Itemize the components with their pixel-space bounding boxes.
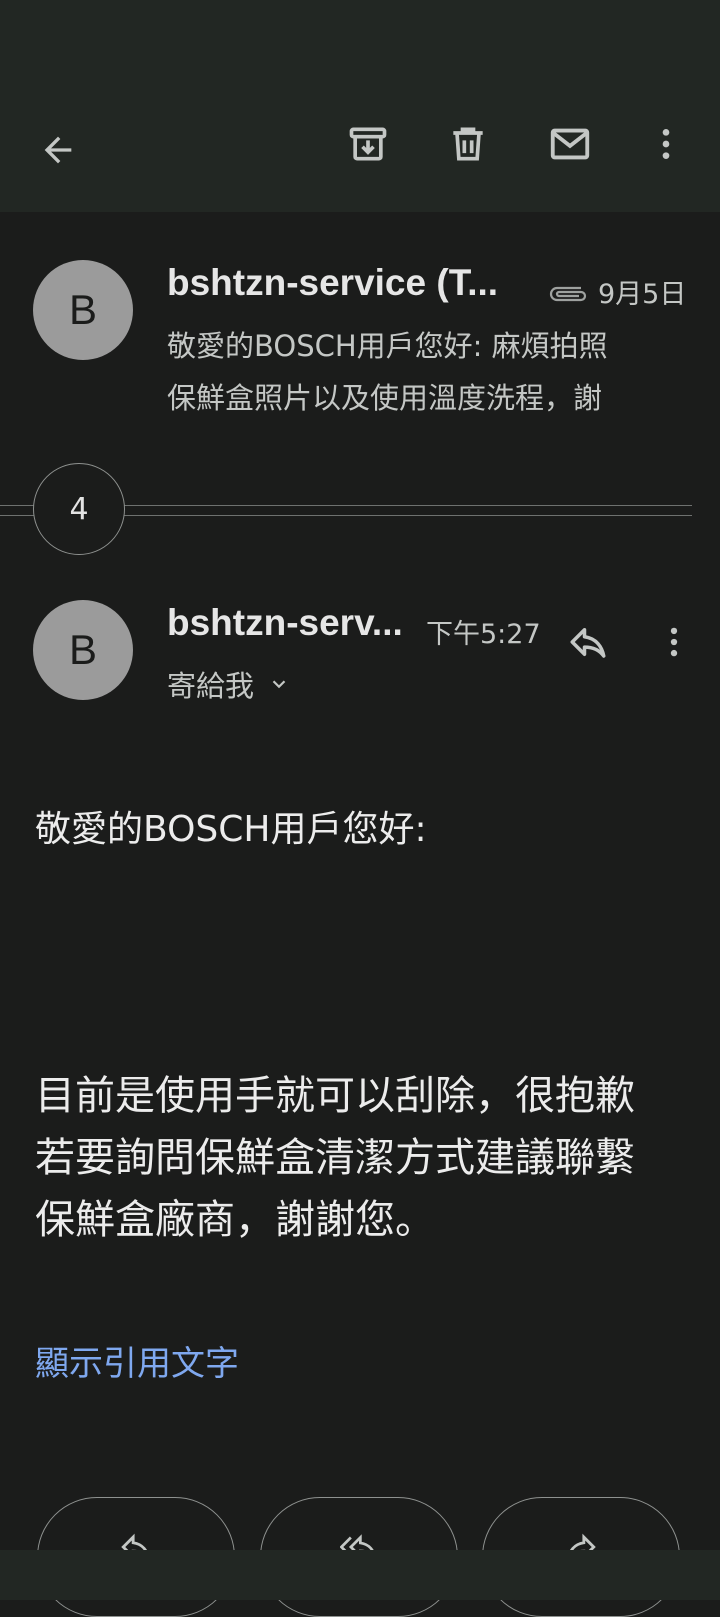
archive-icon	[349, 127, 387, 161]
body-line: 目前是使用手就可以刮除，很抱歉	[35, 1073, 635, 1119]
message-body: 目前是使用手就可以刮除，很抱歉 若要詢問保鮮盒清潔方式建議聯繫 保鮮盒廠商，謝謝…	[35, 1065, 695, 1251]
more-vertical-icon	[670, 627, 678, 657]
more-vertical-icon	[662, 129, 670, 159]
delete-button[interactable]	[436, 112, 500, 176]
body-line: 保鮮盒廠商，謝謝您。	[35, 1197, 435, 1243]
arrow-left-icon	[44, 136, 72, 164]
sender-name: bshtzn-service (T...	[167, 262, 499, 303]
reply-icon	[570, 628, 606, 658]
sender-avatar[interactable]: B	[33, 260, 133, 360]
message-time: 下午5:27	[426, 619, 541, 650]
top-app-bar	[0, 0, 720, 212]
collapsed-messages-count[interactable]: 4	[33, 463, 125, 555]
message-snippet[interactable]: 敬愛的BOSCH用戶您好: 麻煩拍照 保鮮盒照片以及使用溫度洗程，謝	[167, 320, 687, 424]
more-options-button[interactable]	[634, 112, 698, 176]
reply-button[interactable]	[556, 610, 620, 674]
message-greeting: 敬愛的BOSCH用戶您好:	[35, 809, 427, 850]
mark-unread-button[interactable]	[538, 112, 602, 176]
trash-icon	[453, 127, 483, 161]
message-date: 9月5日	[598, 279, 687, 310]
sender-avatar[interactable]: B	[33, 600, 133, 700]
back-button[interactable]	[26, 118, 90, 182]
recipient-label: 寄給我	[167, 669, 255, 703]
body-line: 若要詢問保鮮盒清潔方式建議聯繫	[35, 1135, 635, 1181]
sender-name: bshtzn-serv...	[167, 602, 403, 643]
snippet-line: 保鮮盒照片以及使用溫度洗程，謝	[167, 381, 603, 415]
mail-icon	[550, 128, 590, 160]
attachment-icon	[549, 286, 587, 302]
recipient-details[interactable]: 寄給我	[167, 663, 290, 705]
archive-button[interactable]	[336, 112, 400, 176]
show-quoted-text-link[interactable]: 顯示引用文字	[35, 1336, 239, 1385]
navigation-bar	[0, 1550, 720, 1600]
chevron-down-icon	[272, 680, 286, 689]
message-more-button[interactable]	[642, 610, 706, 674]
snippet-line: 敬愛的BOSCH用戶您好: 麻煩拍照	[167, 329, 608, 363]
